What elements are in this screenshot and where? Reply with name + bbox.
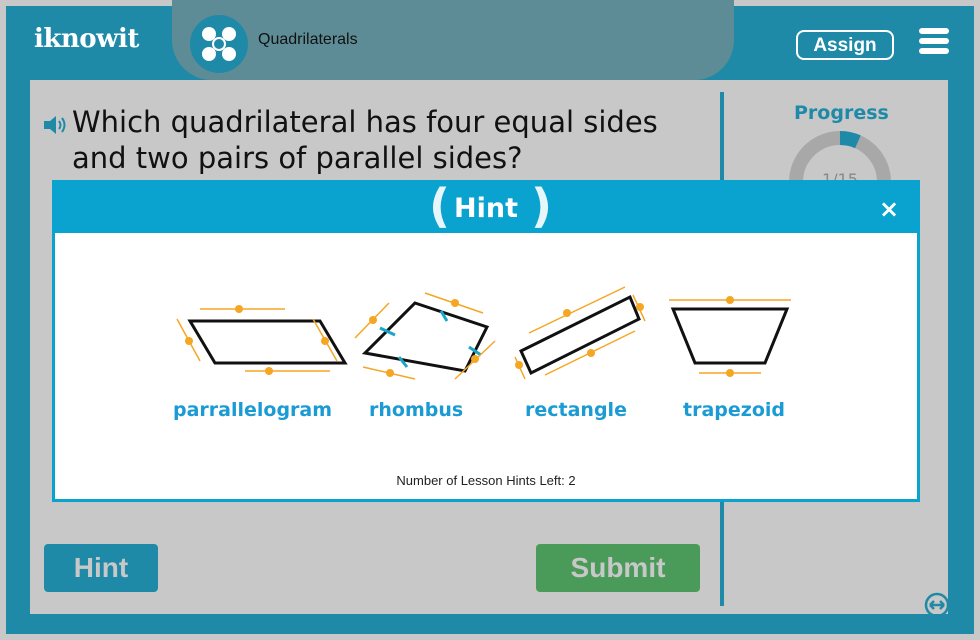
shape-label-trapezoid: trapezoid: [683, 399, 785, 421]
topic-tab: [172, 0, 734, 80]
topic-icon: [190, 15, 248, 73]
rectangle-shape: [514, 286, 646, 380]
submit-button[interactable]: Submit: [536, 544, 700, 592]
hint-modal-title: Hint: [454, 193, 518, 224]
progress-title: Progress: [794, 102, 889, 124]
shapes-illustration: [176, 286, 791, 380]
shape-label-rhombus: rhombus: [369, 399, 464, 421]
speaker-icon[interactable]: [42, 114, 68, 136]
top-bar: iknowit Quadrilaterals Assign: [6, 0, 974, 80]
assign-button[interactable]: Assign: [796, 30, 894, 60]
hints-left-text: Number of Lesson Hints Left: 2: [396, 473, 576, 488]
trapezoid-shape: [669, 296, 791, 377]
hamburger-menu-icon[interactable]: [919, 28, 949, 58]
hint-modal: ( Hint ) × parrallelogram rhombus rectan…: [52, 179, 920, 502]
parallelogram-shape: [176, 305, 348, 375]
hint-button[interactable]: Hint: [44, 544, 158, 592]
shape-label-parallelogram: parrallelogram: [173, 399, 333, 421]
question-text: Which quadrilateral has four equal sides…: [72, 105, 658, 175]
logo[interactable]: iknowit: [34, 24, 139, 54]
hint-modal-header: ( Hint ) ×: [55, 179, 917, 233]
shape-label-rectangle: rectangle: [525, 399, 627, 421]
expand-icon[interactable]: [924, 592, 950, 618]
rhombus-shape: [354, 292, 496, 380]
paren-decoration: ): [531, 179, 553, 233]
app-frame: iknowit Quadrilaterals Assign Which quad…: [0, 0, 980, 640]
topic-title: Quadrilaterals: [258, 31, 358, 48]
close-icon[interactable]: ×: [879, 195, 899, 223]
